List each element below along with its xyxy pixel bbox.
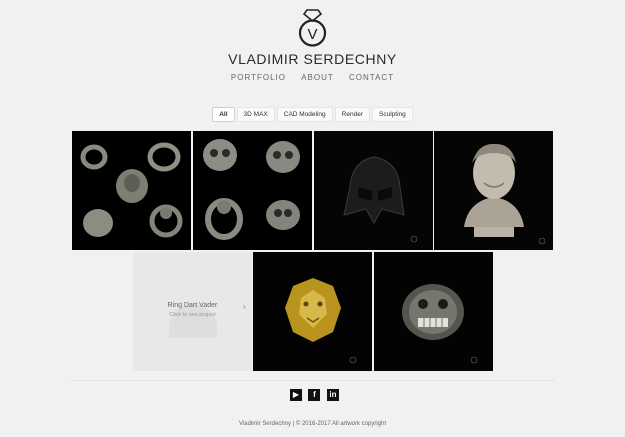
chevron-right-icon: › (243, 302, 246, 311)
project-subtitle: Click to see project (169, 312, 216, 318)
logo-letter: V (307, 26, 317, 43)
logo[interactable]: V (296, 8, 329, 48)
footer-divider (70, 380, 555, 381)
dart-vader-ring-image (314, 131, 433, 250)
project-title: Ring Dart Vader (167, 302, 218, 309)
gallery-item-gold-lion-ring[interactable] (253, 252, 372, 371)
demon-mask-ring-image (374, 252, 493, 371)
filter-render[interactable]: Render (334, 107, 370, 122)
gallery-item-ring-dart-vader-hover[interactable]: Ring Dart Vader Click to see project › (133, 252, 252, 371)
gallery-item-dart-vader-ring[interactable] (314, 131, 433, 250)
gallery-item-demon-mask-ring[interactable] (374, 252, 493, 371)
linkedin-icon[interactable]: in (326, 389, 339, 401)
gallery-item-portrait-bust[interactable] (434, 131, 553, 250)
filter-bar: All 3D MAX CAD Modeling Render Sculpting (0, 107, 625, 122)
gallery-item-skull-rings[interactable] (193, 131, 312, 250)
footer-copyright: Vladimir Serdechny | © 2016-2017 All art… (238, 421, 387, 427)
nav-contact[interactable]: CONTACT (349, 73, 394, 82)
nav-about[interactable]: ABOUT (301, 73, 334, 82)
portrait-bust-image (434, 131, 553, 250)
facebook-icon[interactable]: f (308, 389, 321, 401)
filter-3d-max[interactable]: 3D MAX (236, 107, 275, 122)
gold-lion-ring-image (253, 252, 372, 371)
filter-cad-modeling[interactable]: CAD Modeling (276, 107, 333, 122)
nav-portfolio[interactable]: PORTFOLIO (231, 73, 286, 82)
gallery-item-rings-collection[interactable] (72, 131, 191, 250)
filter-all[interactable]: All (212, 107, 235, 122)
main-nav: PORTFOLIO ABOUT CONTACT (0, 73, 625, 82)
site-title[interactable]: VLADIMIR SERDECHNY (0, 51, 625, 67)
rings-collection-image (72, 131, 191, 250)
diamond-ring-logo-icon: V (298, 9, 327, 47)
social-links: ▶ f in (290, 389, 341, 407)
youtube-icon[interactable]: ▶ (290, 389, 302, 401)
filter-sculpting[interactable]: Sculpting (372, 107, 413, 122)
skull-rings-image (193, 131, 312, 250)
